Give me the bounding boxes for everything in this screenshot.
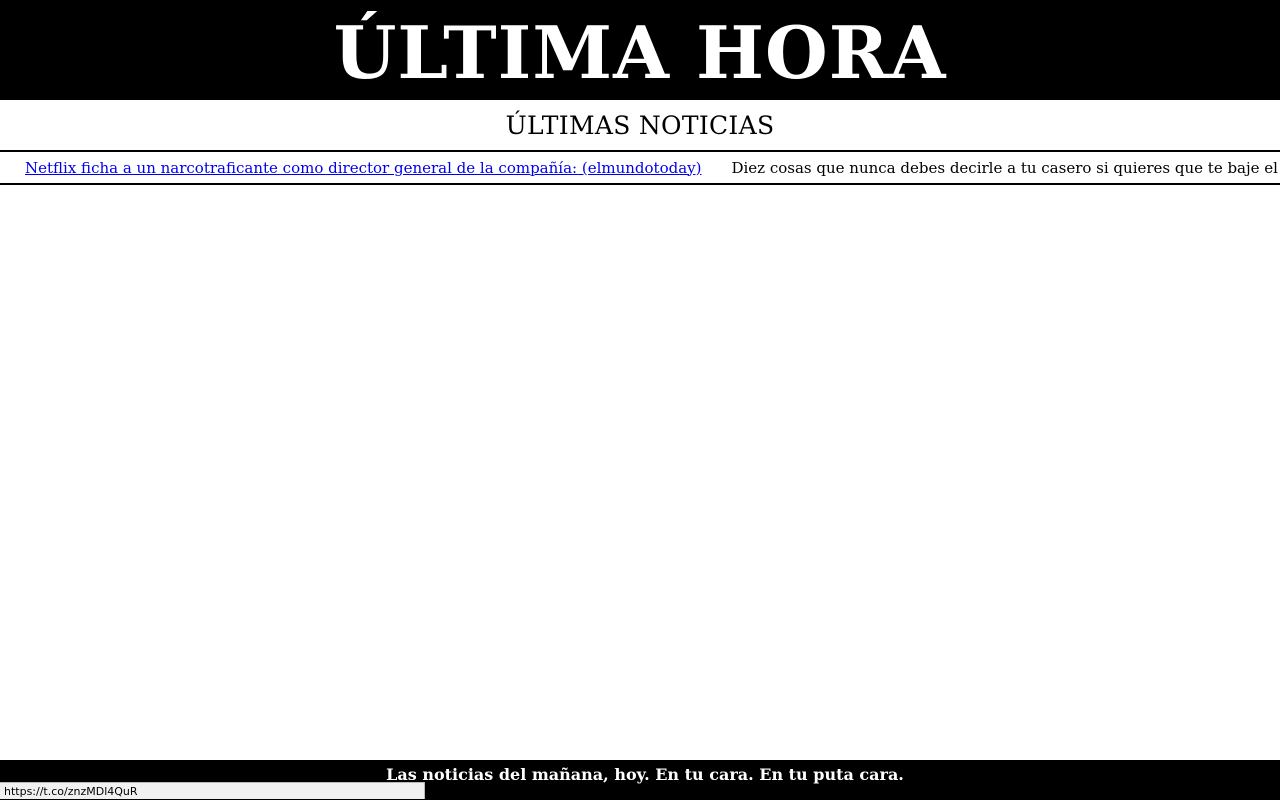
section-header: ÚLTIMAS NOTICIAS [0, 100, 1280, 150]
news-ticker: Netflix ficha a un narcotraficante como … [0, 150, 1280, 185]
section-title: ÚLTIMAS NOTICIAS [505, 110, 775, 140]
site-title: ÚLTIMA HORA [333, 10, 947, 95]
status-bar-url: https://t.co/znzMDl4QuR [0, 782, 425, 799]
page: ÚLTIMA HORA ÚLTIMAS NOTICIAS Netflix fic… [0, 0, 1280, 800]
footer-tagline: Las noticias del mañana, hoy. En tu cara… [386, 765, 904, 784]
ticker-headline-link[interactable]: Netflix ficha a un narcotraficante como … [25, 159, 701, 177]
ticker-headline: Diez cosas que nunca debes decirle a tu … [731, 158, 1280, 177]
ticker-track: Netflix ficha a un narcotraficante como … [25, 152, 1280, 183]
masthead: ÚLTIMA HORA [0, 0, 1280, 100]
